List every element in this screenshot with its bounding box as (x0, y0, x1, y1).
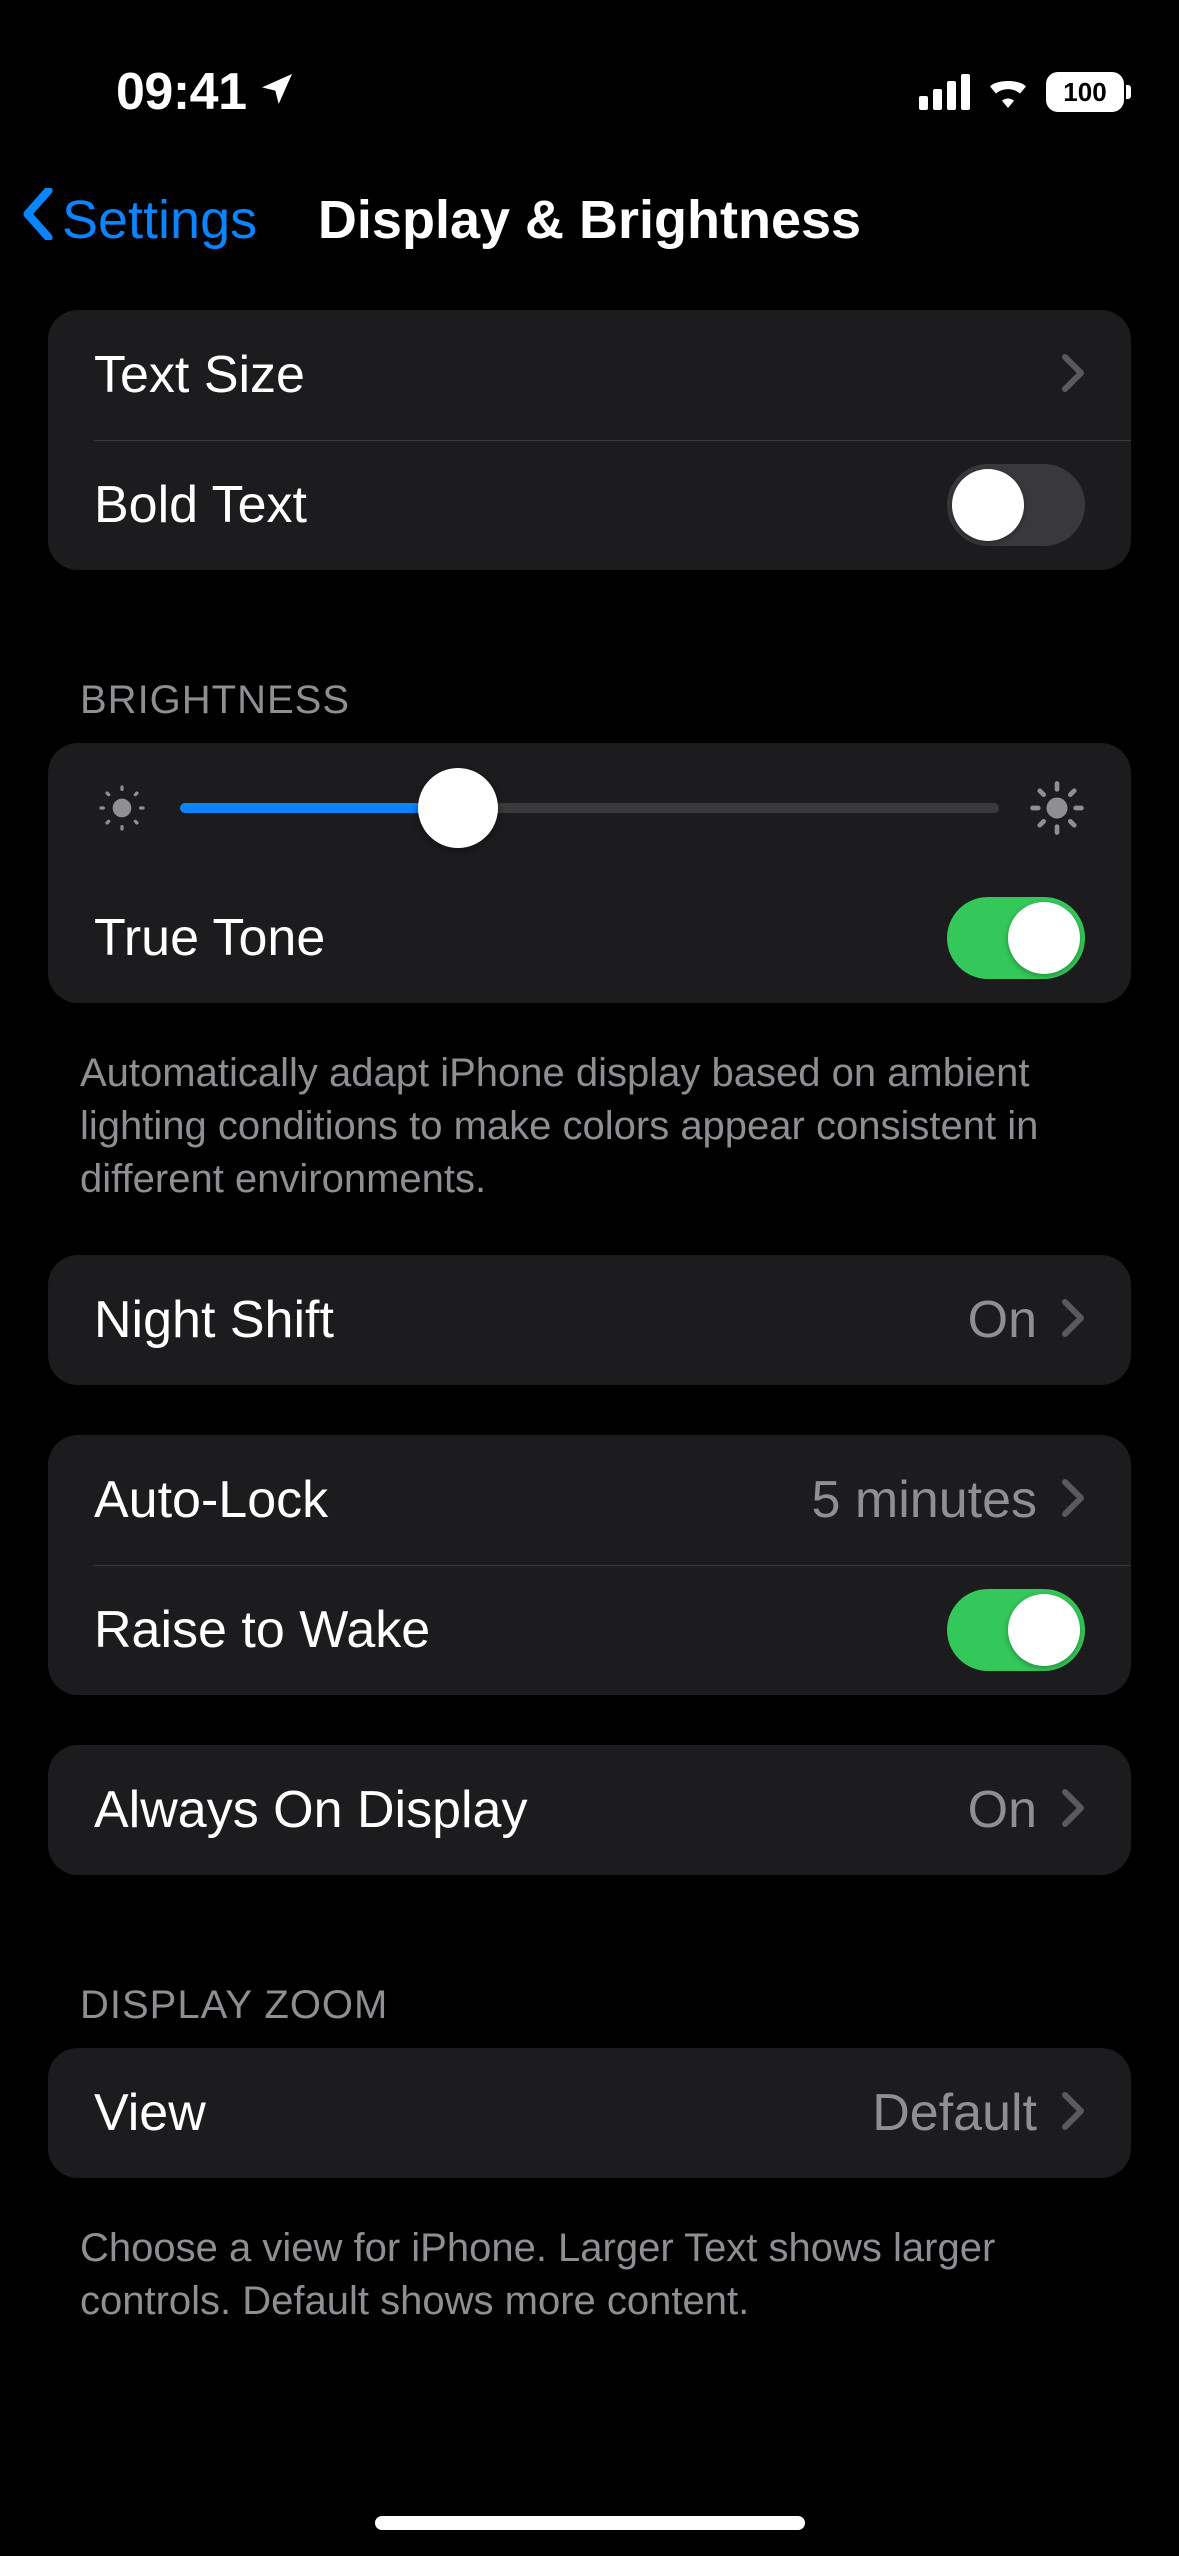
raise-to-wake-row: Raise to Wake (48, 1565, 1131, 1695)
auto-lock-label: Auto-Lock (94, 1470, 328, 1530)
night-shift-row[interactable]: Night Shift On (48, 1255, 1131, 1385)
auto-lock-value: 5 minutes (812, 1470, 1037, 1530)
night-shift-label: Night Shift (94, 1290, 334, 1350)
status-bar: 09:41 100 (0, 0, 1179, 150)
night-shift-group: Night Shift On (48, 1255, 1131, 1385)
true-tone-row: True Tone (48, 873, 1131, 1003)
sun-min-icon (94, 780, 150, 836)
view-value: Default (872, 2083, 1037, 2143)
text-group: Text Size Bold Text (48, 310, 1131, 570)
display-zoom-header: Display Zoom (48, 1925, 1131, 2048)
nav-header: Settings Display & Brightness (0, 150, 1179, 290)
text-size-label: Text Size (94, 345, 305, 405)
view-row[interactable]: View Default (48, 2048, 1131, 2178)
raise-to-wake-label: Raise to Wake (94, 1600, 430, 1660)
chevron-right-icon (1061, 1788, 1085, 1833)
back-button[interactable]: Settings (20, 188, 257, 253)
true-tone-label: True Tone (94, 908, 325, 968)
view-label: View (94, 2083, 206, 2143)
brightness-group: True Tone (48, 743, 1131, 1003)
bold-text-row: Bold Text (48, 440, 1131, 570)
status-right: 100 (919, 72, 1131, 113)
aod-value: On (968, 1780, 1037, 1840)
status-time: 09:41 (116, 62, 247, 122)
page-title: Display & Brightness (318, 189, 861, 251)
display-zoom-group: View Default (48, 2048, 1131, 2178)
auto-lock-row[interactable]: Auto-Lock 5 minutes (48, 1435, 1131, 1565)
night-shift-value: On (968, 1290, 1037, 1350)
chevron-right-icon (1061, 353, 1085, 398)
chevron-left-icon (20, 188, 56, 253)
true-tone-toggle[interactable] (947, 897, 1085, 979)
home-indicator[interactable] (375, 2516, 805, 2530)
chevron-right-icon (1061, 1298, 1085, 1343)
back-label: Settings (62, 189, 257, 251)
location-icon (257, 62, 297, 122)
aod-label: Always On Display (94, 1780, 527, 1840)
brightness-slider[interactable] (180, 803, 999, 813)
lock-group: Auto-Lock 5 minutes Raise to Wake (48, 1435, 1131, 1695)
battery-icon: 100 (1046, 72, 1131, 112)
bold-text-toggle[interactable] (947, 464, 1085, 546)
bold-text-label: Bold Text (94, 475, 307, 535)
sun-max-icon (1029, 780, 1085, 836)
chevron-right-icon (1061, 1478, 1085, 1523)
status-left: 09:41 (48, 62, 297, 122)
brightness-header: Brightness (48, 620, 1131, 743)
raise-to-wake-toggle[interactable] (947, 1589, 1085, 1671)
aod-group: Always On Display On (48, 1745, 1131, 1875)
wifi-icon (984, 72, 1032, 113)
display-zoom-footer: Choose a view for iPhone. Larger Text sh… (48, 2200, 1131, 2338)
battery-level: 100 (1063, 77, 1106, 108)
cellular-signal-icon (919, 74, 970, 110)
brightness-slider-row (48, 743, 1131, 873)
chevron-right-icon (1061, 2091, 1085, 2136)
true-tone-footer: Automatically adapt iPhone display based… (48, 1025, 1131, 1215)
always-on-display-row[interactable]: Always On Display On (48, 1745, 1131, 1875)
text-size-row[interactable]: Text Size (48, 310, 1131, 440)
